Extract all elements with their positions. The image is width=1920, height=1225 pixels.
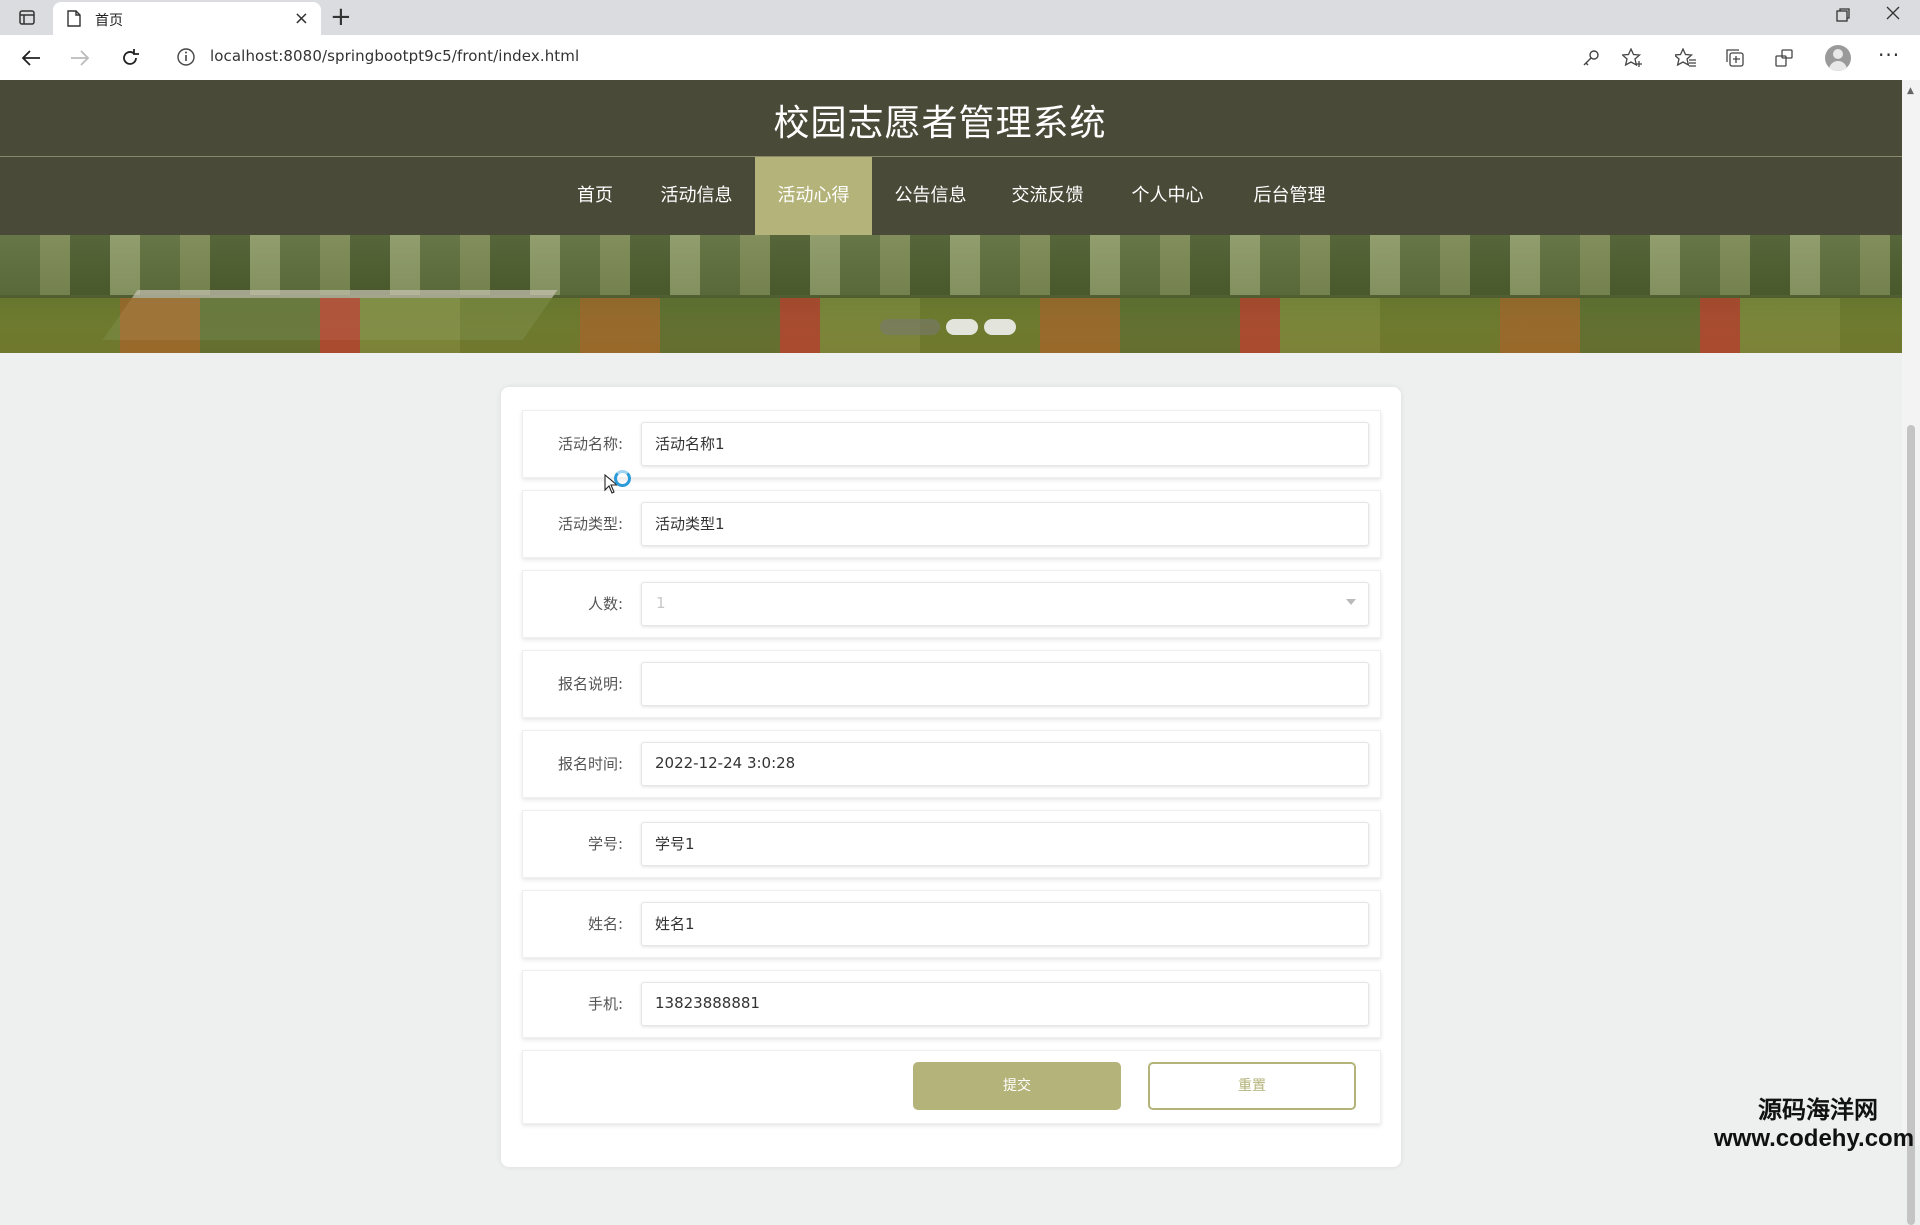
field-label: 手机: — [587, 995, 623, 1013]
site-header: 校园志愿者管理系统 — [0, 80, 1902, 157]
add-favorite-icon[interactable] — [1620, 45, 1646, 71]
watermark-line2: www.codehy.com — [1714, 1125, 1915, 1152]
scroll-up-icon[interactable]: ▲ — [1907, 86, 1914, 96]
field-label: 报名时间: — [557, 755, 623, 773]
key-icon[interactable] — [1578, 45, 1604, 71]
registration-note-input[interactable] — [642, 663, 1355, 703]
profile-avatar[interactable] — [1825, 45, 1851, 71]
carousel-dot[interactable] — [880, 319, 940, 335]
carousel-dot[interactable] — [984, 319, 1016, 335]
nav-item-admin[interactable]: 后台管理 — [1243, 157, 1336, 235]
phone-input[interactable] — [642, 983, 1355, 1023]
nav-item-personal-center[interactable]: 个人中心 — [1121, 157, 1214, 235]
banner-image — [0, 235, 1902, 295]
reload-icon[interactable] — [116, 44, 144, 72]
field-label: 报名说明: — [557, 675, 623, 693]
browser-tab-strip: 首页 × + — [0, 0, 1920, 35]
registration-note-field[interactable] — [641, 662, 1369, 706]
new-tab-button[interactable]: + — [330, 3, 352, 31]
carousel-indicators — [880, 319, 1016, 335]
restore-window-icon[interactable] — [1836, 6, 1850, 27]
form-actions: 提交 重置 — [522, 1050, 1381, 1124]
form-row-activity-type: 活动类型: — [522, 490, 1381, 558]
watermark: 源码海洋网 www.codehy.com — [1714, 1090, 1914, 1153]
url-field[interactable]: localhost:8080/springbootpt9c5/front/ind… — [210, 47, 579, 65]
phone-field[interactable] — [641, 982, 1369, 1026]
headcount-select[interactable]: 1 — [641, 582, 1369, 626]
tab-close-icon[interactable]: × — [294, 8, 309, 29]
headcount-value: 1 — [656, 594, 666, 612]
name-field[interactable] — [641, 902, 1369, 946]
name-input[interactable] — [642, 903, 1355, 943]
site-info-icon[interactable] — [176, 47, 196, 71]
activity-type-field[interactable] — [641, 502, 1369, 546]
submit-button[interactable]: 提交 — [913, 1062, 1121, 1110]
nav-item-activity-experience[interactable]: 活动心得 — [755, 157, 872, 235]
nav-item-activity-info[interactable]: 活动信息 — [650, 157, 743, 235]
favorites-icon[interactable] — [1673, 45, 1699, 71]
main-nav: 首页 活动信息 活动心得 公告信息 交流反馈 个人中心 后台管理 — [0, 157, 1902, 235]
more-menu-icon[interactable]: ··· — [1878, 43, 1900, 67]
tab-title: 首页 — [95, 13, 123, 29]
field-label: 活动名称: — [557, 435, 623, 453]
chevron-down-icon — [1346, 599, 1356, 605]
close-window-icon[interactable] — [1886, 4, 1900, 25]
collections-icon[interactable] — [1722, 45, 1748, 71]
student-id-input[interactable] — [642, 823, 1355, 863]
form-row-name: 姓名: — [522, 890, 1381, 958]
banner-carousel — [0, 235, 1902, 353]
form-row-registration-time: 报名时间: — [522, 730, 1381, 798]
nav-item-home[interactable]: 首页 — [570, 157, 620, 235]
reset-button[interactable]: 重置 — [1148, 1062, 1356, 1110]
address-bar: localhost:8080/springbootpt9c5/front/ind… — [0, 35, 1920, 81]
form-row-activity-name: 活动名称: — [522, 410, 1381, 478]
form-row-phone: 手机: — [522, 970, 1381, 1038]
form-row-registration-note: 报名说明: — [522, 650, 1381, 718]
browser-tab[interactable]: 首页 × — [53, 2, 321, 35]
nav-item-announcements[interactable]: 公告信息 — [884, 157, 977, 235]
forward-icon[interactable] — [66, 44, 94, 72]
field-label: 人数: — [587, 595, 623, 613]
tab-actions-icon[interactable] — [16, 7, 38, 27]
extensions-icon[interactable] — [1771, 45, 1797, 71]
registration-time-field[interactable] — [641, 742, 1369, 786]
activity-type-input[interactable] — [642, 503, 1355, 543]
field-label: 姓名: — [587, 915, 623, 933]
field-label: 学号: — [587, 835, 623, 853]
form-row-headcount: 人数: 1 — [522, 570, 1381, 638]
site-title: 校园志愿者管理系统 — [773, 103, 1107, 144]
registration-time-input[interactable] — [642, 743, 1355, 783]
activity-name-input[interactable] — [642, 423, 1355, 463]
activity-name-field[interactable] — [641, 422, 1369, 466]
page-icon — [67, 10, 81, 31]
carousel-dot[interactable] — [946, 319, 978, 335]
loading-spinner-icon — [614, 470, 631, 487]
back-icon[interactable] — [17, 44, 45, 72]
student-id-field[interactable] — [641, 822, 1369, 866]
page-scrollbar[interactable]: ▲ — [1902, 80, 1920, 1225]
field-label: 活动类型: — [557, 515, 623, 533]
nav-item-feedback[interactable]: 交流反馈 — [1001, 157, 1094, 235]
watermark-line1: 源码海洋网 — [1758, 1095, 1879, 1124]
form-row-student-id: 学号: — [522, 810, 1381, 878]
